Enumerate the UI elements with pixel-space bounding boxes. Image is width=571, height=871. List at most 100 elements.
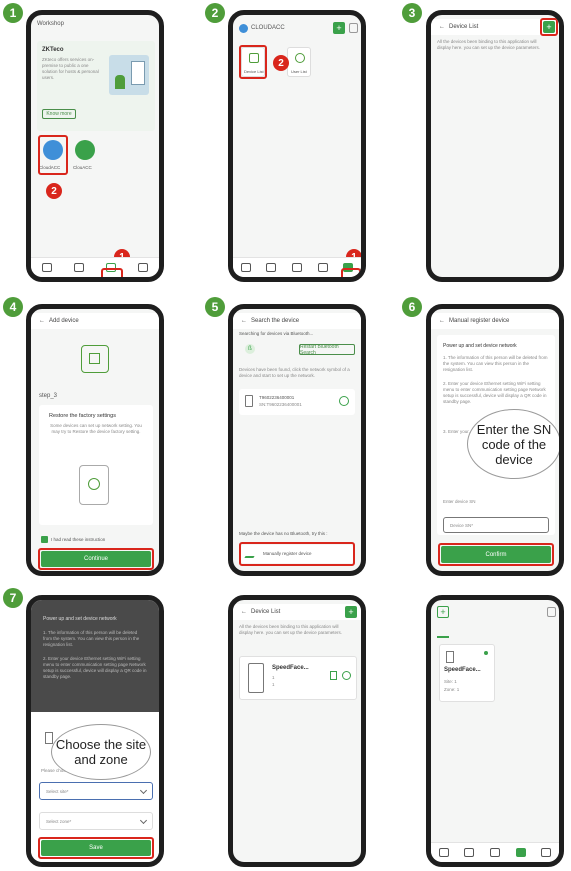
marker-2: 2	[273, 55, 289, 71]
sn-label: Enter device SN	[443, 499, 476, 504]
home-icon[interactable]	[42, 263, 52, 272]
add-icon[interactable]: +	[437, 606, 449, 618]
device-zone: Zone: 1	[444, 687, 460, 692]
found-info: Devices have been found, click the netwo…	[239, 367, 350, 378]
checkbox[interactable]	[41, 536, 48, 543]
brand-title: ZKTeco	[42, 47, 64, 53]
instruction-2: 2. Enter your device Ethernet setting Wi…	[443, 381, 547, 404]
overlay-text-2: 2. Enter your device Ethernet setting Wi…	[43, 656, 147, 679]
device-icon	[245, 395, 253, 407]
searching-text: Searching for devices via Bluetooth...	[239, 331, 314, 336]
tutorial-collage: 1 Workshop ZKTeco ZKteco offers services…	[0, 0, 571, 871]
app-title: CLOUDACC	[251, 25, 285, 31]
device-card[interactable]: SpeedFace... 1 1	[239, 656, 357, 700]
chevron-down-icon	[139, 786, 148, 795]
device-list-desc: All the devices been binding to this app…	[437, 39, 541, 50]
calendar-app-icon[interactable]	[75, 140, 95, 160]
overlay-text-1: 1. The information of this person will b…	[43, 630, 140, 647]
callout-bubble: Enter the SN code of the device	[467, 409, 559, 479]
step-badge-7: 7	[3, 588, 23, 608]
tile-label: User List	[291, 69, 307, 74]
user-list-icon	[295, 53, 305, 63]
header: ← Search the device	[233, 313, 361, 329]
highlight-box	[38, 837, 154, 859]
device-row[interactable]: T9602236400001 SN:T9602236400001	[239, 389, 355, 415]
house-icon[interactable]	[291, 263, 302, 272]
back-arrow-icon[interactable]: ←	[439, 24, 445, 30]
me-icon[interactable]	[138, 263, 148, 272]
phone-8-device-list: ← Device List + All the devices been bind…	[228, 595, 366, 867]
header-title: Add device	[49, 318, 79, 324]
device-list-desc: All the devices been binding to this app…	[239, 624, 343, 635]
user-icon[interactable]	[547, 607, 556, 617]
header: ← Manual register device	[431, 313, 559, 329]
marker-2: 2	[46, 183, 62, 199]
user-icon[interactable]	[349, 23, 358, 33]
bottom-nav	[431, 842, 559, 862]
phone-2-cloudacc: CLOUDACC + Device List User List 2 1	[228, 10, 366, 282]
phone-1-workshop: Workshop ZKTeco ZKteco offers services o…	[26, 10, 164, 282]
zone-select[interactable]: Select zone*	[39, 812, 153, 830]
highlight-box	[239, 45, 267, 79]
me-icon[interactable]	[541, 848, 552, 857]
header-title: Device List	[251, 609, 281, 615]
home-icon[interactable]	[240, 263, 251, 272]
chip-icon	[81, 345, 109, 373]
highlight-box	[38, 135, 68, 175]
no-bluetooth-hint: Maybe the device has no Bluetooth, try t…	[239, 531, 328, 536]
step-badge-5: 5	[205, 297, 225, 317]
device-icon[interactable]	[515, 848, 526, 857]
device-tile[interactable]: SpeedFace... Site: 1 Zone: 1	[439, 644, 495, 702]
highlight-box	[101, 268, 123, 277]
device-image-icon	[446, 651, 454, 663]
step-badge-1: 1	[3, 3, 23, 23]
step-badge-6: 6	[402, 297, 422, 317]
instructions-heading: Power up and set device network	[443, 343, 517, 349]
app-logo-icon	[239, 24, 248, 33]
step-label: step_3	[39, 393, 58, 399]
header-title: Manual register device	[449, 318, 510, 324]
bottom-nav	[31, 257, 159, 277]
promo-illustration	[109, 55, 149, 95]
back-arrow-icon[interactable]: ←	[241, 609, 247, 615]
page-title: Workshop	[37, 21, 64, 27]
add-device-button[interactable]: +	[345, 606, 357, 618]
know-more-button[interactable]: Know more	[42, 109, 76, 119]
device-site: Site: 1	[444, 679, 457, 684]
zone-placeholder: Select zone*	[46, 819, 72, 824]
house-icon[interactable]	[489, 848, 500, 857]
instruction-desc: Some devices can set up network setting.…	[50, 423, 142, 434]
highlight-box	[341, 268, 361, 277]
restart-bluetooth-button[interactable]: Restart Bluetooth Search	[299, 344, 355, 356]
user-list-tile[interactable]: User List	[287, 47, 311, 77]
tab-indicator	[437, 636, 449, 638]
device-icon[interactable]	[317, 263, 328, 272]
settings-icon[interactable]	[342, 671, 351, 680]
copy-icon[interactable]	[330, 671, 337, 680]
reset-device-icon	[79, 465, 109, 505]
device-sn-input[interactable]: Device SN*	[443, 517, 549, 533]
home-icon[interactable]	[438, 848, 449, 857]
site-select[interactable]: Select site*	[39, 782, 153, 800]
highlight-box	[540, 18, 558, 36]
report-icon[interactable]	[266, 263, 277, 272]
back-arrow-icon[interactable]: ←	[241, 318, 247, 324]
device-name: SpeedFace...	[444, 667, 481, 673]
step-badge-2: 2	[205, 3, 225, 23]
add-icon[interactable]: +	[333, 22, 345, 34]
callout-bubble: Choose the site and zone	[51, 724, 151, 780]
report-icon[interactable]	[74, 263, 84, 272]
header-title: Device List	[449, 24, 479, 30]
network-icon[interactable]	[339, 396, 349, 406]
report-icon[interactable]	[464, 848, 475, 857]
device-sn: T9602236400001	[259, 395, 295, 400]
online-status-icon	[484, 651, 488, 655]
app-label-2: ClouACC	[73, 165, 92, 170]
overlay-heading: Power up and set device network	[43, 616, 117, 622]
promo-card: ZKTeco ZKteco offers services on-premise…	[37, 41, 155, 131]
back-arrow-icon[interactable]: ←	[39, 318, 45, 324]
phone-5-search-device: ← Search the device Searching for devices…	[228, 304, 366, 576]
phone-9-home: + SpeedFace... Site: 1 Zone: 1	[426, 595, 564, 867]
device-sub: SN:T9602236400001	[259, 402, 302, 407]
back-arrow-icon[interactable]: ←	[439, 318, 445, 324]
